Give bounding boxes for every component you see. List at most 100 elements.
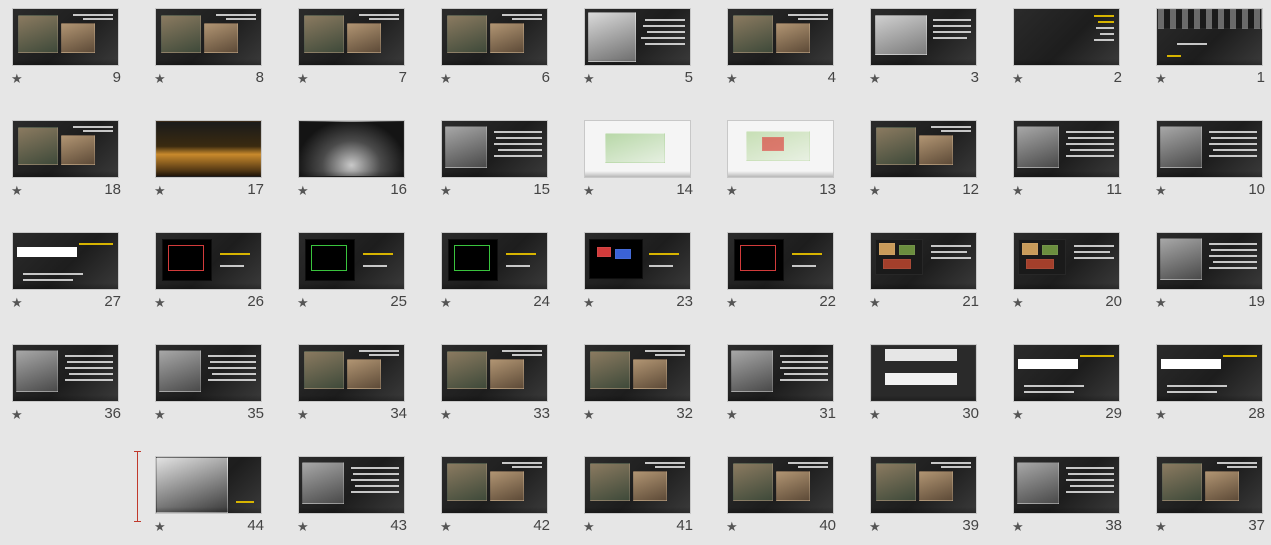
slide-thumbnail-34[interactable]: ★ 34	[297, 344, 407, 428]
slide-thumbnail-41[interactable]: ★ 41	[583, 456, 693, 540]
star-icon[interactable]: ★	[154, 72, 166, 86]
slide-thumbnail-18[interactable]: ★ 18	[11, 120, 121, 204]
slide-thumbnail-43[interactable]: ★ 43	[297, 456, 407, 540]
slide-thumbnail-15[interactable]: ★ 15	[440, 120, 550, 204]
slide-thumbnail-26[interactable]: ★ 26	[154, 232, 264, 316]
slide-thumbnail-37[interactable]: ★ 37	[1155, 456, 1265, 540]
slide-preview[interactable]	[298, 8, 405, 66]
slide-thumbnail-23[interactable]: ★ 23	[583, 232, 693, 316]
slide-preview[interactable]	[870, 456, 977, 514]
slide-preview[interactable]	[1156, 344, 1263, 402]
slide-preview[interactable]	[1013, 8, 1120, 66]
slide-preview[interactable]	[727, 120, 834, 178]
star-icon[interactable]: ★	[440, 520, 452, 534]
star-icon[interactable]: ★	[297, 72, 309, 86]
star-icon[interactable]: ★	[1012, 520, 1024, 534]
star-icon[interactable]: ★	[1155, 296, 1167, 310]
slide-thumbnail-19[interactable]: ★ 19	[1155, 232, 1265, 316]
slide-preview[interactable]	[870, 8, 977, 66]
star-icon[interactable]: ★	[726, 72, 738, 86]
star-icon[interactable]: ★	[1012, 72, 1024, 86]
star-icon[interactable]: ★	[869, 184, 881, 198]
slide-preview[interactable]	[1156, 456, 1263, 514]
star-icon[interactable]: ★	[1012, 408, 1024, 422]
star-icon[interactable]: ★	[297, 184, 309, 198]
slide-preview[interactable]	[584, 456, 691, 514]
star-icon[interactable]: ★	[440, 184, 452, 198]
slide-thumbnail-9[interactable]: ★ 9	[11, 8, 121, 92]
slide-preview[interactable]	[584, 344, 691, 402]
star-icon[interactable]: ★	[869, 296, 881, 310]
star-icon[interactable]: ★	[440, 408, 452, 422]
star-icon[interactable]: ★	[583, 408, 595, 422]
slide-preview[interactable]	[870, 120, 977, 178]
star-icon[interactable]: ★	[440, 296, 452, 310]
star-icon[interactable]: ★	[583, 520, 595, 534]
star-icon[interactable]: ★	[11, 72, 23, 86]
slide-preview[interactable]	[12, 232, 119, 290]
star-icon[interactable]: ★	[1012, 296, 1024, 310]
star-icon[interactable]: ★	[440, 72, 452, 86]
slide-preview[interactable]	[1013, 456, 1120, 514]
slide-preview[interactable]	[1156, 120, 1263, 178]
slide-thumbnail-11[interactable]: ★ 11	[1012, 120, 1122, 204]
star-icon[interactable]: ★	[583, 296, 595, 310]
slide-preview[interactable]	[727, 8, 834, 66]
slide-thumbnail-4[interactable]: ★ 4	[726, 8, 836, 92]
star-icon[interactable]: ★	[154, 184, 166, 198]
slide-thumbnail-44[interactable]: ★ 44	[154, 456, 264, 540]
star-icon[interactable]: ★	[726, 296, 738, 310]
slide-thumbnail-10[interactable]: ★ 10	[1155, 120, 1265, 204]
slide-thumbnail-6[interactable]: ★ 6	[440, 8, 550, 92]
slide-thumbnail-8[interactable]: ★ 8	[154, 8, 264, 92]
slide-thumbnail-1[interactable]: ★ 1	[1155, 8, 1265, 92]
star-icon[interactable]: ★	[869, 520, 881, 534]
slide-preview[interactable]	[1156, 8, 1263, 66]
star-icon[interactable]: ★	[297, 296, 309, 310]
slide-thumbnail-25[interactable]: ★ 25	[297, 232, 407, 316]
star-icon[interactable]: ★	[1155, 72, 1167, 86]
slide-thumbnail-29[interactable]: ★ 29	[1012, 344, 1122, 428]
star-icon[interactable]: ★	[726, 408, 738, 422]
slide-preview[interactable]	[155, 120, 262, 178]
slide-thumbnail-2[interactable]: ★ 2	[1012, 8, 1122, 92]
slide-preview[interactable]	[727, 344, 834, 402]
slide-preview[interactable]	[441, 456, 548, 514]
slide-thumbnail-32[interactable]: ★ 32	[583, 344, 693, 428]
slide-thumbnail-27[interactable]: ★ 27	[11, 232, 121, 316]
star-icon[interactable]: ★	[11, 408, 23, 422]
slide-thumbnail-28[interactable]: ★ 28	[1155, 344, 1265, 428]
slide-thumbnail-24[interactable]: ★ 24	[440, 232, 550, 316]
slide-preview[interactable]	[727, 232, 834, 290]
star-icon[interactable]: ★	[154, 520, 166, 534]
slide-thumbnail-5[interactable]: ★ 5	[583, 8, 693, 92]
slide-thumbnail-39[interactable]: ★ 39	[869, 456, 979, 540]
star-icon[interactable]: ★	[1155, 520, 1167, 534]
star-icon[interactable]: ★	[11, 184, 23, 198]
slide-thumbnail-42[interactable]: ★ 42	[440, 456, 550, 540]
slide-preview[interactable]	[12, 120, 119, 178]
slide-preview[interactable]	[155, 456, 262, 514]
slide-preview[interactable]	[441, 120, 548, 178]
slide-preview[interactable]	[155, 8, 262, 66]
slide-thumbnail-21[interactable]: ★ 21	[869, 232, 979, 316]
star-icon[interactable]: ★	[154, 296, 166, 310]
slide-thumbnail-7[interactable]: ★ 7	[297, 8, 407, 92]
slide-thumbnail-12[interactable]: ★ 12	[869, 120, 979, 204]
star-icon[interactable]: ★	[297, 520, 309, 534]
slide-thumbnail-40[interactable]: ★ 40	[726, 456, 836, 540]
slide-preview[interactable]	[441, 8, 548, 66]
star-icon[interactable]: ★	[11, 296, 23, 310]
slide-thumbnail-38[interactable]: ★ 38	[1012, 456, 1122, 540]
slide-thumbnail-17[interactable]: ★ 17	[154, 120, 264, 204]
slide-thumbnail-14[interactable]: ★ 14	[583, 120, 693, 204]
star-icon[interactable]: ★	[583, 184, 595, 198]
slide-thumbnail-35[interactable]: ★ 35	[154, 344, 264, 428]
slide-preview[interactable]	[298, 232, 405, 290]
slide-preview[interactable]	[441, 232, 548, 290]
slide-thumbnail-31[interactable]: ★ 31	[726, 344, 836, 428]
slide-preview[interactable]	[155, 344, 262, 402]
slide-preview[interactable]	[12, 344, 119, 402]
star-icon[interactable]: ★	[583, 72, 595, 86]
slide-preview[interactable]	[441, 344, 548, 402]
